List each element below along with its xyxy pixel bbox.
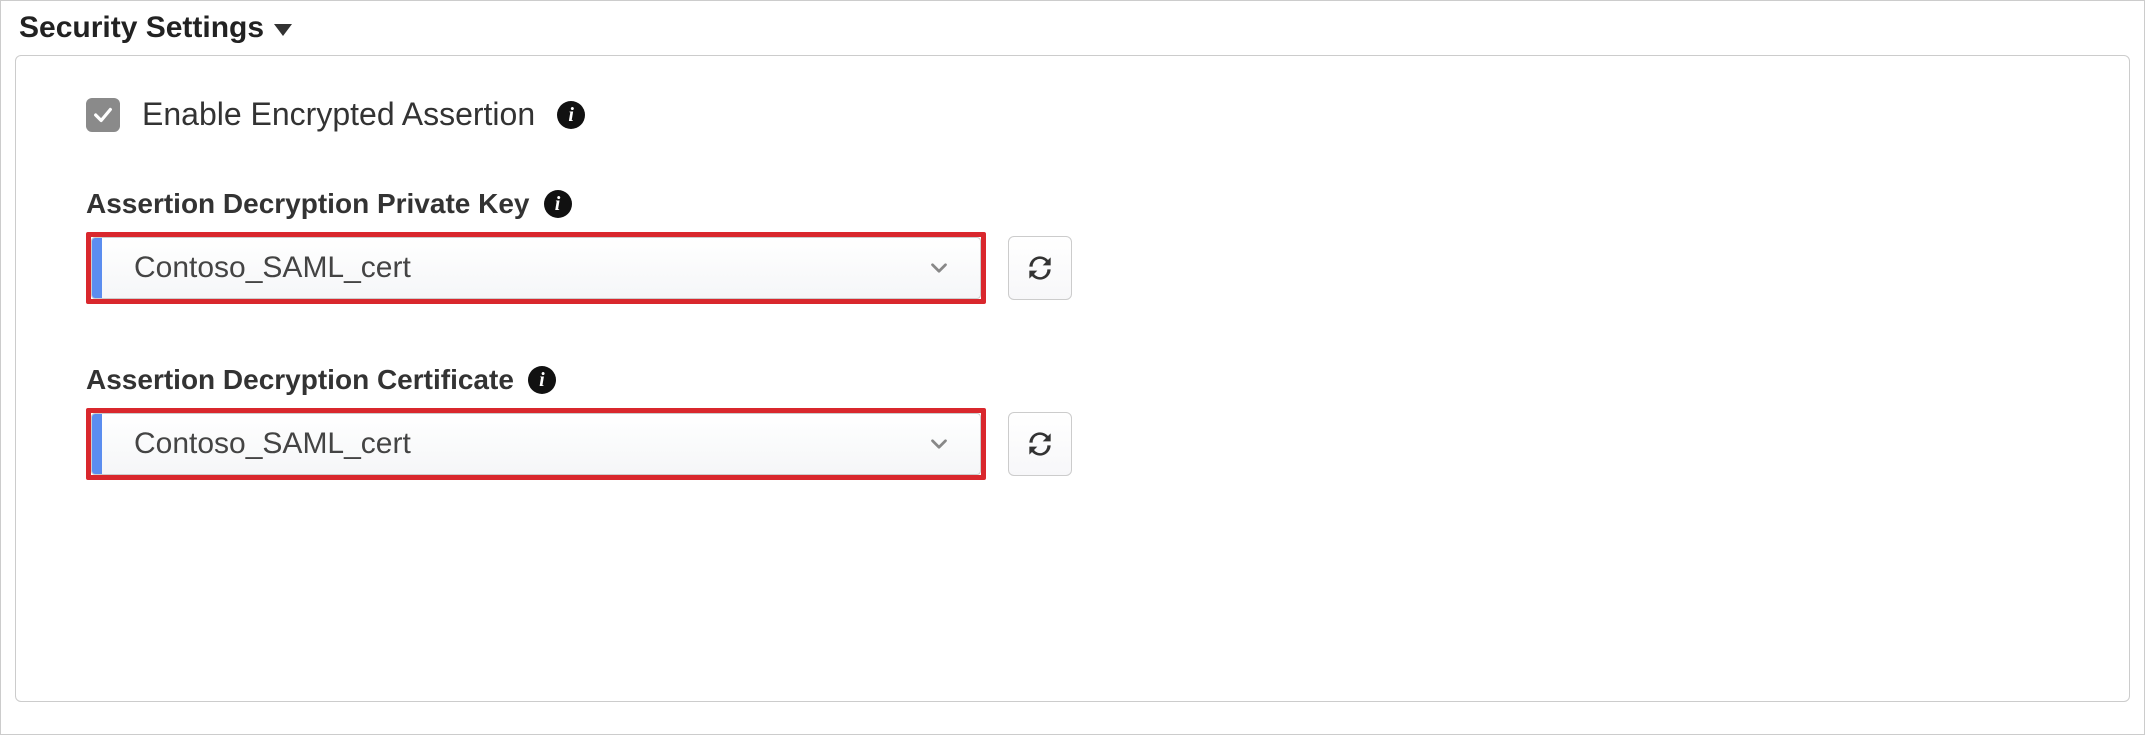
decrypt-certificate-field: Assertion Decryption Certificate i Conto… (86, 364, 2089, 480)
highlight-box: Contoso_SAML_cert (86, 408, 986, 480)
enable-encrypted-assertion-label: Enable Encrypted Assertion (142, 96, 535, 133)
decrypt-certificate-value: Contoso_SAML_cert (102, 427, 926, 461)
refresh-icon (1024, 428, 1056, 460)
field-label-row: Assertion Decryption Certificate i (86, 364, 2089, 396)
caret-down-icon (274, 24, 292, 36)
refresh-private-key-button[interactable] (1008, 236, 1072, 300)
chevron-down-icon (926, 255, 952, 281)
security-settings-page: Security Settings Enable Encrypted Asser… (0, 0, 2145, 735)
info-icon[interactable]: i (557, 101, 585, 129)
chevron-down-icon (926, 431, 952, 457)
refresh-icon (1024, 252, 1056, 284)
decrypt-private-key-label: Assertion Decryption Private Key (86, 188, 530, 220)
decrypt-certificate-label: Assertion Decryption Certificate (86, 364, 514, 396)
select-marker (92, 238, 102, 298)
info-icon[interactable]: i (528, 366, 556, 394)
section-header[interactable]: Security Settings (19, 11, 2130, 45)
check-icon (92, 104, 114, 126)
decrypt-private-key-select[interactable]: Contoso_SAML_cert (91, 237, 981, 299)
field-control-row: Contoso_SAML_cert (86, 408, 2089, 480)
refresh-certificate-button[interactable] (1008, 412, 1072, 476)
settings-panel: Enable Encrypted Assertion i Assertion D… (15, 55, 2130, 702)
enable-encrypted-assertion-checkbox[interactable] (86, 98, 120, 132)
decrypt-private-key-value: Contoso_SAML_cert (102, 251, 926, 285)
decrypt-certificate-select[interactable]: Contoso_SAML_cert (91, 413, 981, 475)
decrypt-private-key-field: Assertion Decryption Private Key i Conto… (86, 188, 2089, 304)
field-control-row: Contoso_SAML_cert (86, 232, 2089, 304)
select-marker (92, 414, 102, 474)
info-icon[interactable]: i (544, 190, 572, 218)
highlight-box: Contoso_SAML_cert (86, 232, 986, 304)
enable-encrypted-assertion-row: Enable Encrypted Assertion i (86, 96, 2089, 133)
section-title-text: Security Settings (19, 11, 264, 45)
field-label-row: Assertion Decryption Private Key i (86, 188, 2089, 220)
